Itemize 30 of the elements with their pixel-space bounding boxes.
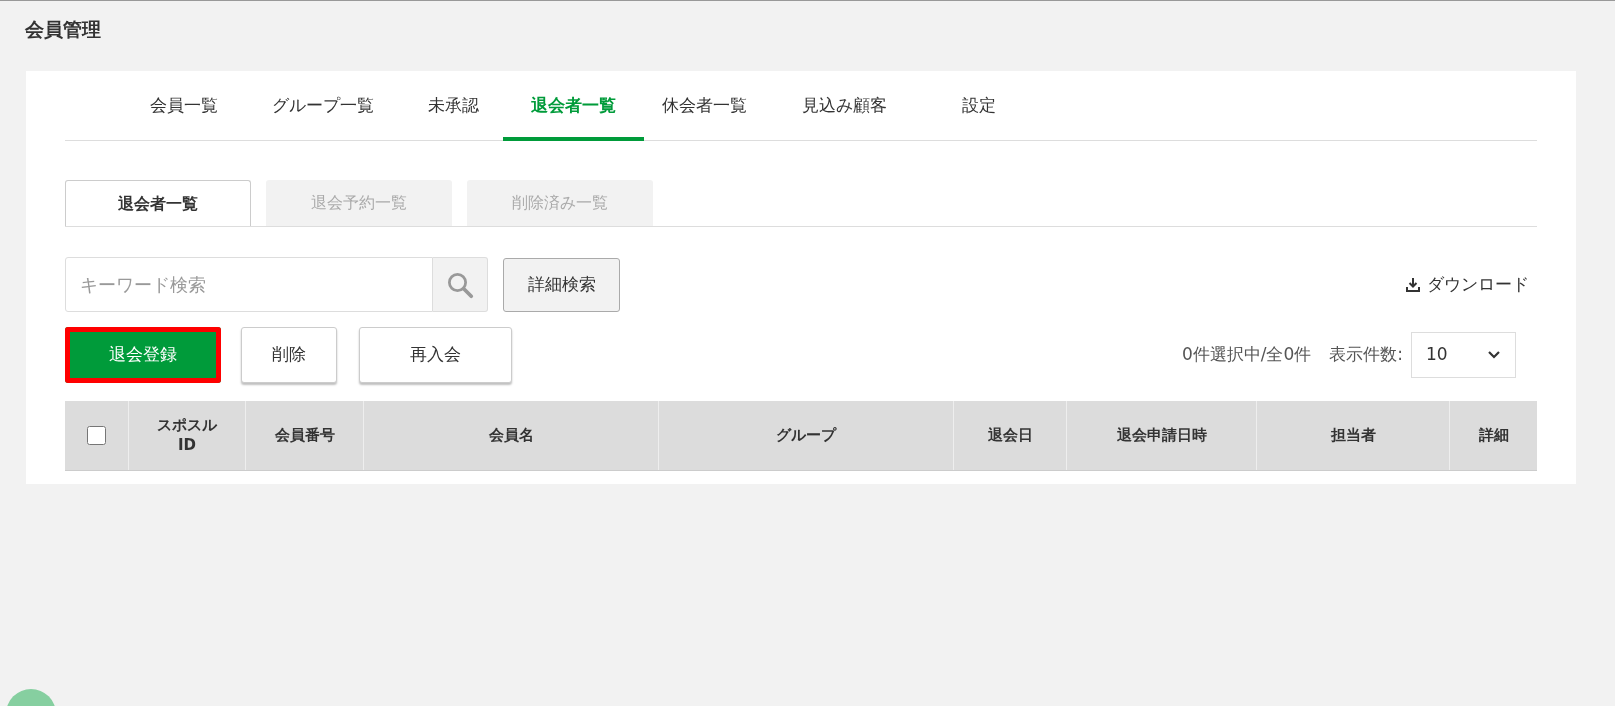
search-field[interactable]: キーワード検索 [65,257,433,312]
page-title: 会員管理 [25,17,101,42]
table-header-cell: 会員番号 [246,401,364,470]
sub-tab[interactable]: 退会者一覧 [65,180,251,226]
search-icon[interactable] [433,257,488,312]
table-header-cell: 退会申請日時 [1067,401,1257,470]
table-header-cell: グループ [659,401,954,470]
nav-tab[interactable]: 会員一覧 [125,71,243,141]
table-header-cell-text: 詳細 [1477,424,1510,446]
action-button[interactable]: 再入会 [359,327,512,383]
nav-tab[interactable]: グループ一覧 [243,71,403,141]
table-header-cell: 退会日 [954,401,1067,470]
nav-tab[interactable]: 設定 [924,71,1034,141]
table-header-cell: スポスル ID [129,401,246,470]
table-header-cell: 担当者 [1257,401,1450,470]
nav-tab[interactable]: 休会者一覧 [644,71,764,141]
page-size-label: 表示件数: [1329,343,1403,367]
nav-tab[interactable]: 退会者一覧 [503,71,644,141]
chevron-down-icon [1487,350,1501,360]
nav-tab[interactable]: 見込み顧客 [764,71,924,141]
download-link[interactable]: ダウンロード [1405,271,1529,298]
nav-tab[interactable]: 未承認 [403,71,503,141]
download-icon [1405,276,1421,293]
advanced-search-button[interactable]: 詳細検索 [503,257,620,312]
select-all-checkbox[interactable] [87,426,106,445]
selection-count: 0件選択中/全0件 [1181,343,1312,367]
action-button[interactable]: 削除 [241,327,337,383]
table-header-cell: 会員名 [364,401,659,470]
register-button[interactable]: 退会登録 [65,327,221,383]
page-size-select[interactable]: 10 [1411,332,1516,378]
